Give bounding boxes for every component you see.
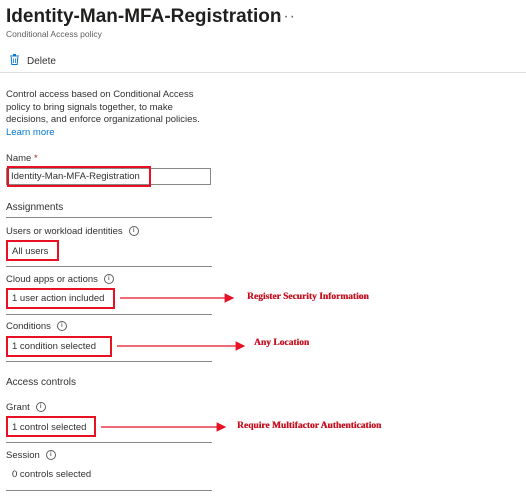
annotation-require-mfa: Require Multifactor Authentication — [237, 421, 382, 431]
annotation-any-location: Any Location — [254, 338, 310, 348]
annotation-register-security-info: Register Security Information — [247, 292, 369, 302]
